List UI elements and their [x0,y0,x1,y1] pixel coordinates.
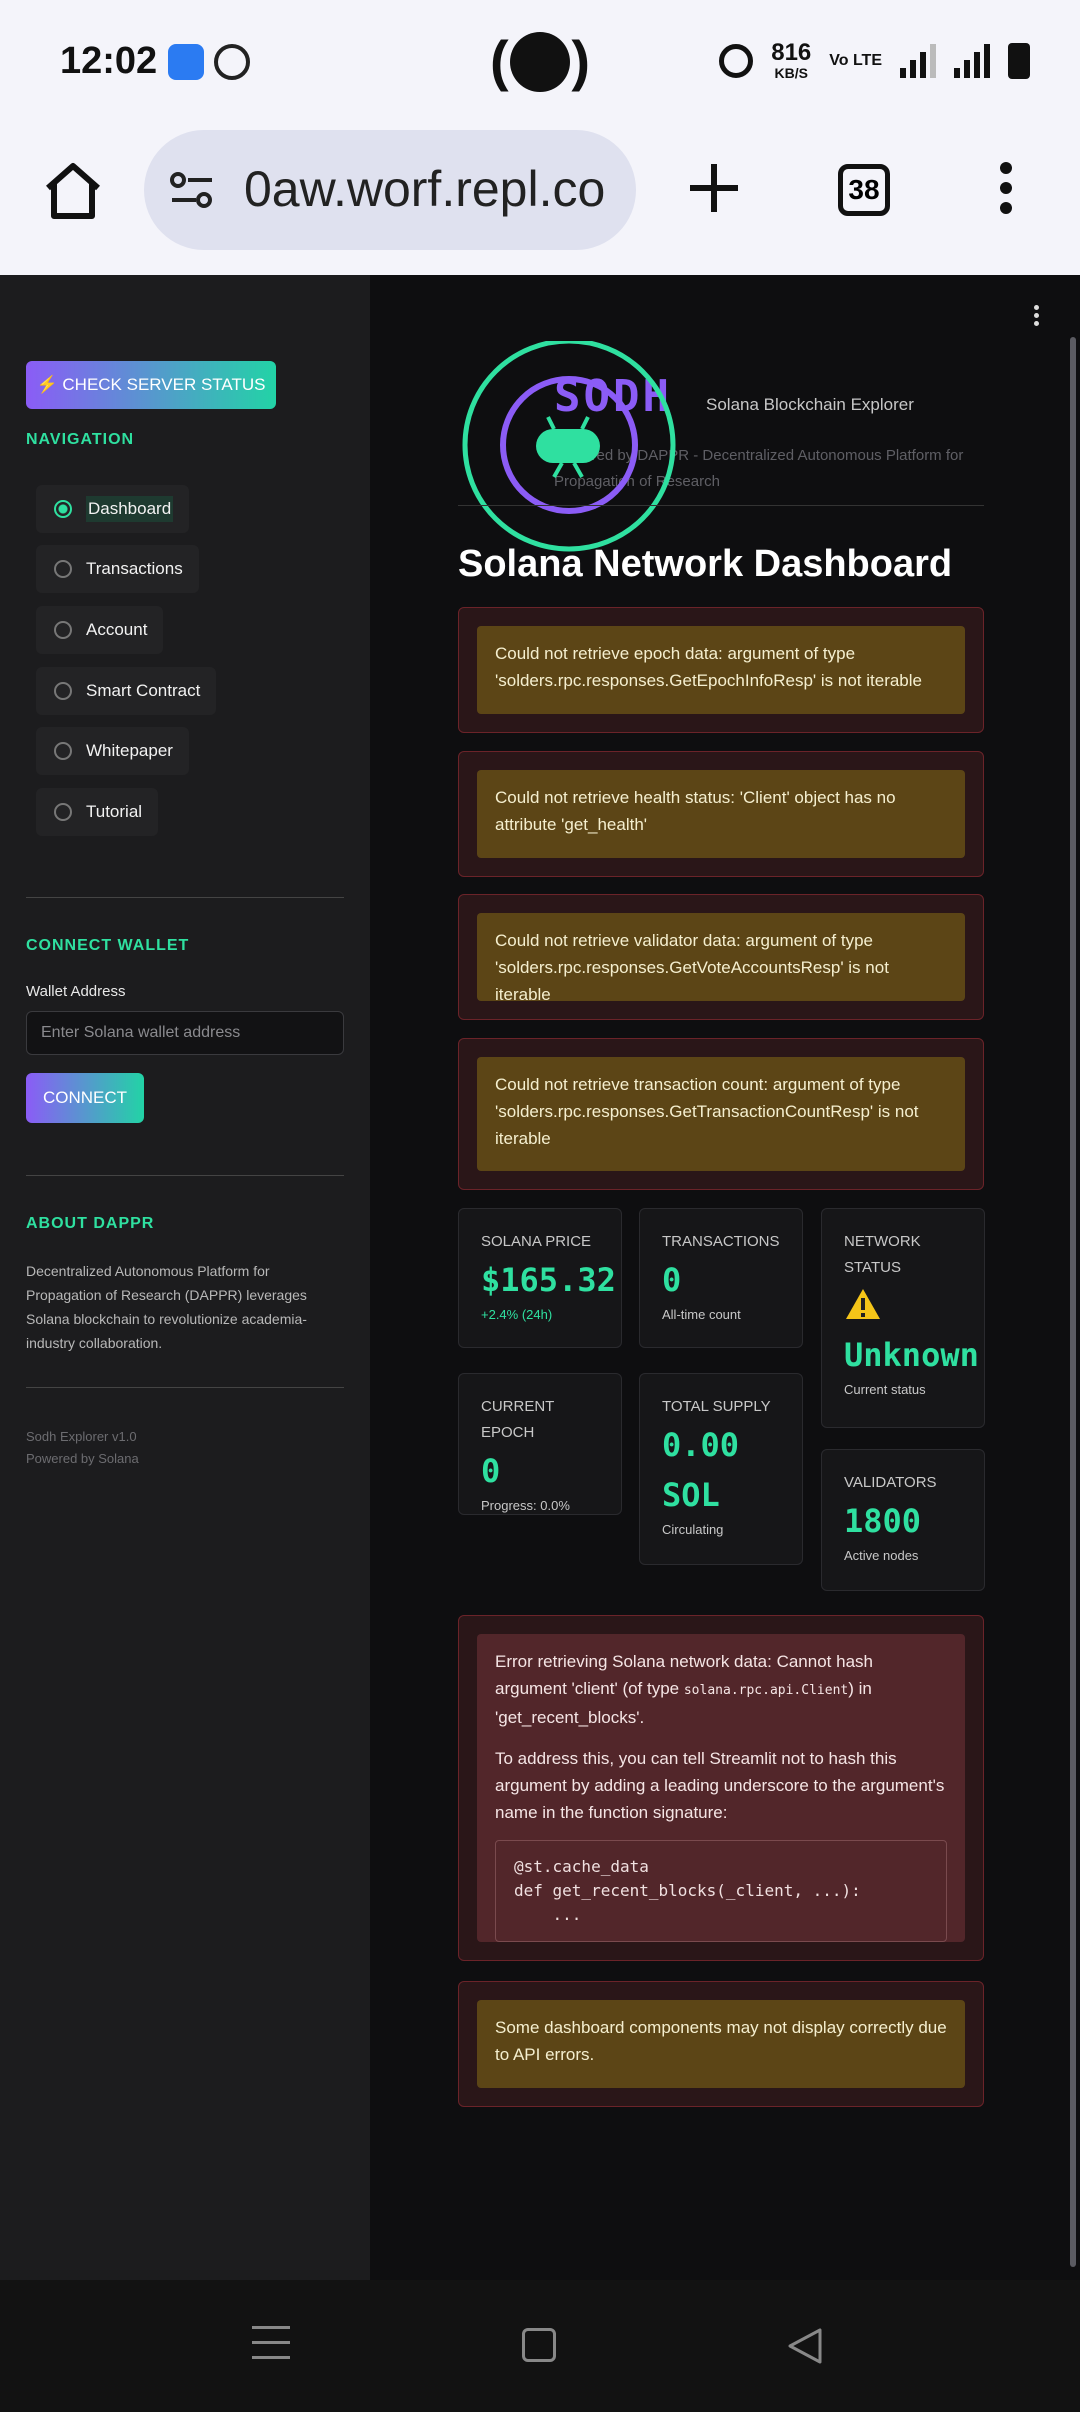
wallet-address-input[interactable]: Enter Solana wallet address [26,1011,344,1055]
address-bar[interactable]: 0aw.worf.repl.co [144,130,636,250]
metric-card-price: SOLANA PRICE $165.32 +2.4% (24h) [458,1208,622,1348]
footer-powered: Powered by Solana [26,1451,139,1466]
alert-final-warning: Some dashboard components may not displa… [458,1981,984,2107]
status-bar: 12:02 ( ) 816 KB/S Vo LTE [0,0,1080,120]
alert-validator: Could not retrieve validator data: argum… [458,894,984,1020]
metric-card-network-status: NETWORK STATUS Unknown Current status [821,1208,985,1428]
battery-icon [1008,43,1030,79]
metric-card-transactions: TRANSACTIONS 0 All-time count [639,1208,803,1348]
divider [26,897,344,898]
radio-icon[interactable] [54,682,72,700]
signal-icon-2 [954,44,990,78]
home-icon[interactable] [42,160,104,222]
radio-icon[interactable] [54,803,72,821]
nav-item-account[interactable]: Account [36,606,164,654]
error-message: Error retrieving Solana network data: Ca… [495,1652,873,1727]
wallet-address-label: Wallet Address [26,983,126,1000]
alert-text: Some dashboard components may not displa… [477,2000,965,2088]
about-heading: ABOUT DAPPR [26,1215,155,1232]
supply-value: 0.00 SOL [662,1426,740,1514]
alarm-icon [719,44,754,78]
recent-apps-icon[interactable] [252,2326,290,2371]
divider [26,1387,344,1388]
clock: 12:02 [60,40,158,82]
alert-health: Could not retrieve health status: 'Clien… [458,751,984,877]
nav-item-smart-contract[interactable]: Smart Contract [36,667,217,715]
scrollbar[interactable] [1070,337,1076,2267]
alert-text: Could not retrieve health status: 'Clien… [477,770,965,858]
alert-text: Could not retrieve transaction count: ar… [477,1057,965,1171]
back-icon[interactable] [786,2326,826,2366]
metric-card-supply: TOTAL SUPPLY 0.00 SOL Circulating [639,1373,803,1565]
main-panel: SODH Solana Blockchain Explorer Powered … [370,275,1080,2280]
connect-wallet-heading: CONNECT WALLET [26,937,190,954]
connect-button[interactable]: CONNECT [26,1073,144,1123]
alert-transaction-count: Could not retrieve transaction count: ar… [458,1038,984,1190]
alert-text: Could not retrieve epoch data: argument … [477,626,965,714]
radio-selected-icon[interactable] [54,500,72,518]
volte-indicator: Vo LTE [829,52,882,69]
code-block: @st.cache_data def get_recent_blocks(_cl… [495,1840,947,1942]
hotspot-icon: ( ) [490,29,590,92]
url-text[interactable]: 0aw.worf.repl.co [244,160,605,218]
page-title: Solana Network Dashboard [458,543,953,585]
check-server-status-button[interactable]: ⚡ CHECK SERVER STATUS [26,361,276,409]
radio-icon[interactable] [54,621,72,639]
nav-item-tutorial[interactable]: Tutorial [36,788,159,836]
footer-version: Sodh Explorer v1.0 [26,1429,137,1444]
radio-icon[interactable] [54,560,72,578]
epoch-value: 0 [481,1452,501,1490]
validators-value: 1800 [844,1502,922,1540]
price-value: $165.32 [481,1261,616,1299]
plus-icon[interactable] [686,160,742,216]
tabs-icon[interactable]: 38 [838,164,890,216]
warning-icon [846,1289,880,1319]
network-speed: 816 KB/S [771,39,812,82]
nav-item-whitepaper[interactable]: Whitepaper [36,727,189,775]
network-status-value: Unknown [844,1336,979,1374]
brand-subtitle: Solana Blockchain Explorer [706,395,914,414]
more-icon[interactable] [1034,305,1040,329]
signal-icon [900,44,936,78]
nav-item-dashboard[interactable]: Dashboard [36,485,190,533]
home-nav-icon[interactable] [522,2328,556,2362]
error-hint: To address this, you can tell Streamlit … [495,1749,945,1822]
nav-item-transactions[interactable]: Transactions [36,545,199,593]
sidebar: ⚡ CHECK SERVER STATUS NAVIGATION Dashboa… [0,275,370,2280]
system-nav-bar [0,2280,1080,2412]
error-panel: Error retrieving Solana network data: Ca… [458,1615,984,1961]
divider [26,1175,344,1176]
robot-icon [462,341,676,552]
app-content: ⚡ CHECK SERVER STATUS NAVIGATION Dashboa… [0,275,1080,2280]
radio-icon[interactable] [54,742,72,760]
metric-card-epoch: CURRENT EPOCH 0 Progress: 0.0% [458,1373,622,1515]
alert-text: Could not retrieve validator data: argum… [477,913,965,1004]
about-text: Decentralized Autonomous Platform for Pr… [26,1263,307,1351]
app-notification-icon-2 [214,44,250,80]
more-icon[interactable] [1000,162,1016,222]
alert-epoch: Could not retrieve epoch data: argument … [458,607,984,733]
site-settings-icon[interactable] [168,166,216,214]
transactions-value: 0 [662,1261,682,1299]
browser-toolbar: 0aw.worf.repl.co 38 [0,120,1080,275]
app-notification-icon [168,44,204,80]
navigation-heading: NAVIGATION [26,431,135,448]
header-divider [458,505,984,506]
metric-card-validators: VALIDATORS 1800 Active nodes [821,1449,985,1591]
